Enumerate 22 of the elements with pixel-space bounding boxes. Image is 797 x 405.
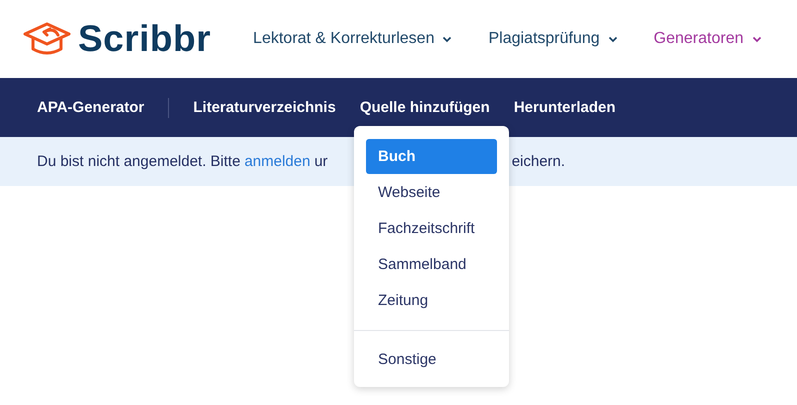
tool-nav-link[interactable]: Literaturverzeichnis [193,99,336,116]
logo-text[interactable]: Scribbr [78,18,212,60]
nav-menu-item[interactable]: Plagiatsprüfung [488,30,618,48]
menu-item[interactable]: Buch [366,139,497,174]
tool-nav-link[interactable]: Herunterladen [514,99,616,116]
notice-text: ur [314,153,328,170]
graduation-cap-icon [22,21,72,57]
menu-item[interactable]: Sonstige [366,342,497,377]
notice-text: Du bist nicht angemeldet. Bitte [37,153,240,170]
chevron-down-icon [752,36,762,42]
tool-title: APA-Generator [37,99,144,116]
menu-item[interactable]: Zeitung [366,283,497,318]
menu-item[interactable]: Webseite [366,175,497,210]
nav-menu-item[interactable]: Generatoren [654,30,762,48]
nav-menu-item[interactable]: Lektorat & Korrekturlesen [253,30,452,48]
login-link[interactable]: anmelden [244,153,310,170]
chevron-down-icon [442,36,452,42]
menu-item[interactable]: Fachzeitschrift [366,211,497,246]
menu-item[interactable]: Sammelband [366,247,497,282]
notice-text: eichern. [512,153,566,170]
tool-nav-link[interactable]: Quelle hinzufügen [360,99,490,116]
chevron-down-icon [608,36,618,42]
